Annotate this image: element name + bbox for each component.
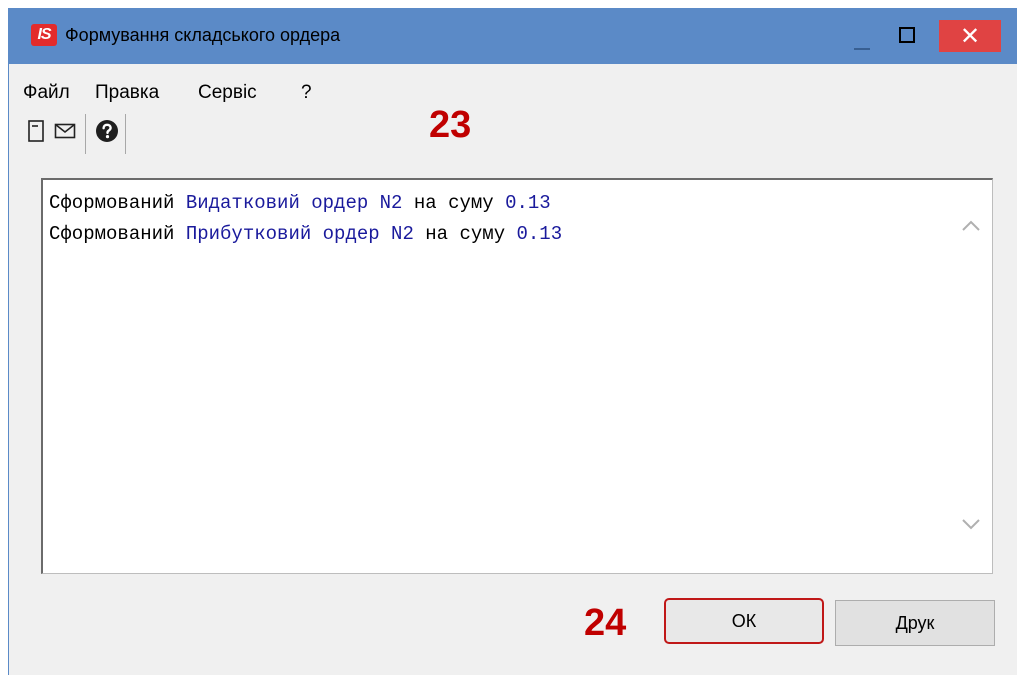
window-title: Формування складського ордера — [65, 25, 341, 45]
result-log-textarea[interactable]: Сформований Видатковий ордер N2 на суму … — [41, 178, 993, 574]
ok-button[interactable]: ОК — [664, 598, 824, 644]
title-bar[interactable]: IS Формування складського ордера ✕ — [9, 8, 1017, 64]
dialog-window: IS Формування складського ордера ✕ Файл … — [8, 8, 1017, 675]
log-mid: на суму — [402, 192, 506, 214]
toolbar-separator — [125, 114, 126, 154]
toolbar: 23 — [9, 104, 1017, 158]
log-line: Сформований Видатковий ордер N2 на суму … — [49, 192, 551, 214]
app-logo-icon: IS — [31, 24, 57, 46]
print-button[interactable]: Друк — [835, 600, 995, 646]
close-icon: ✕ — [959, 22, 981, 50]
help-icon[interactable] — [94, 118, 120, 144]
menu-item-file[interactable]: Файл — [23, 82, 70, 104]
toolbar-separator — [85, 114, 86, 154]
log-line: Сформований Прибутковий ордер N2 на суму… — [49, 223, 562, 245]
minimize-button[interactable] — [847, 28, 877, 52]
maximize-button[interactable] — [889, 22, 927, 50]
log-amount: 0.13 — [505, 192, 551, 214]
scroll-down-icon[interactable] — [959, 514, 983, 538]
log-prefix: Сформований — [49, 192, 186, 214]
log-document: Видатковий ордер N2 — [185, 192, 403, 214]
log-document: Прибутковий ордер N2 — [185, 223, 414, 245]
log-amount: 0.13 — [516, 223, 563, 245]
step-annotation-23: 23 — [429, 104, 472, 146]
menu-item-help[interactable]: ? — [301, 82, 312, 104]
scroll-up-icon[interactable] — [959, 216, 983, 240]
log-prefix: Сформований — [49, 223, 186, 245]
menu-item-service[interactable]: Сервіс — [198, 82, 257, 104]
step-annotation-24: 24 — [584, 602, 627, 644]
menu-item-edit[interactable]: Правка — [95, 82, 159, 104]
document-icon[interactable] — [23, 118, 49, 144]
close-button[interactable]: ✕ — [939, 20, 1001, 52]
log-mid: на суму — [413, 223, 517, 245]
menu-bar: Файл Правка Сервіс ? — [9, 68, 1017, 104]
envelope-icon[interactable] — [52, 118, 78, 144]
